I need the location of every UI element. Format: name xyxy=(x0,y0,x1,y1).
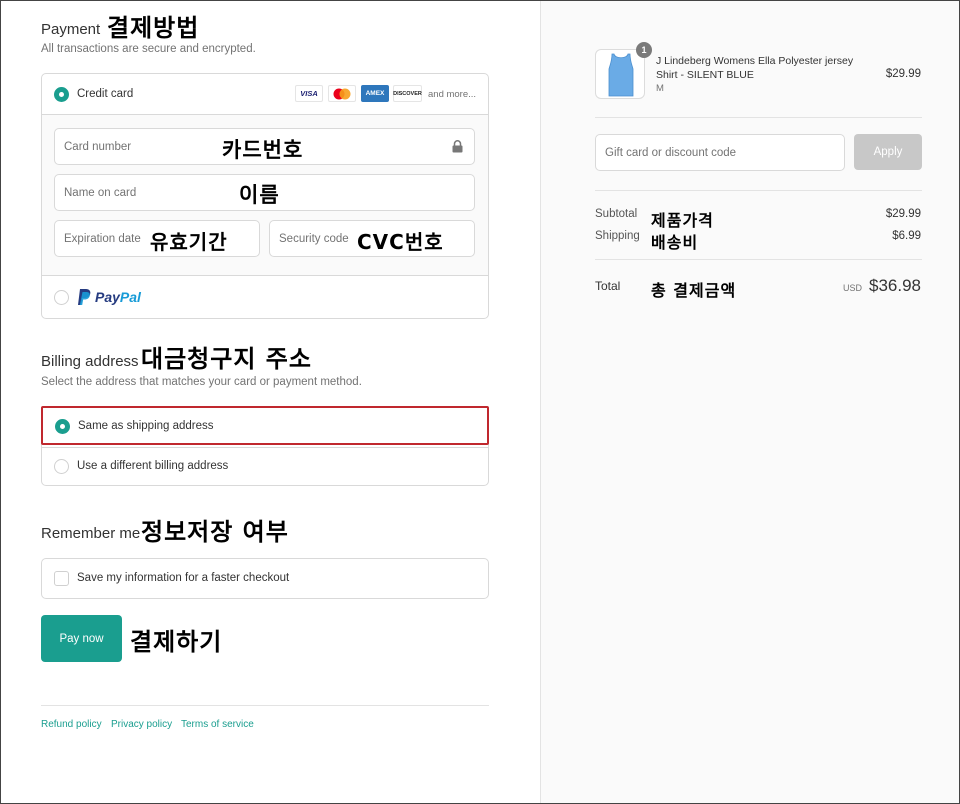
total-value: $36.98 xyxy=(869,276,921,295)
security-code-ko: CVC번호 xyxy=(357,230,444,254)
footer-divider xyxy=(41,705,489,706)
different-billing-label: Use a different billing address xyxy=(77,460,229,472)
currency-label: USD xyxy=(843,283,863,293)
remember-title: Remember me xyxy=(41,525,141,542)
shipping-value: $6.99 xyxy=(892,230,921,242)
total-ko: 총 결제금액 xyxy=(651,281,737,300)
save-info-label: Save my information for a faster checkou… xyxy=(77,572,290,584)
expiration-ko: 유효기간 xyxy=(150,230,228,254)
different-billing-option[interactable]: Use a different billing address xyxy=(42,448,488,485)
summary-divider-3 xyxy=(595,259,922,260)
terms-of-service-link[interactable]: Terms of service xyxy=(181,719,254,730)
payment-subtitle: All transactions are secure and encrypte… xyxy=(41,43,256,55)
summary-divider-1 xyxy=(595,117,922,118)
refund-policy-link[interactable]: Refund policy xyxy=(41,719,102,730)
paypal-text-pal: Pal xyxy=(119,289,141,305)
payment-title-ko: 결제방법 xyxy=(107,14,200,42)
paypal-option[interactable]: Pay Pal xyxy=(42,276,488,318)
paypal-text-pay: Pay xyxy=(95,289,120,305)
privacy-policy-link[interactable]: Privacy policy xyxy=(111,719,172,730)
product-thumbnail xyxy=(595,49,645,99)
shipping-ko: 배송비 xyxy=(651,233,699,252)
amex-icon: AMEX xyxy=(361,85,389,102)
discover-icon: DISCOVER xyxy=(393,85,422,102)
apply-button[interactable]: Apply xyxy=(854,134,922,170)
same-as-shipping-radio[interactable] xyxy=(55,419,70,434)
paypal-logo: Pay Pal xyxy=(76,288,141,306)
subtotal-value: $29.99 xyxy=(885,208,921,220)
discount-code-field[interactable] xyxy=(595,134,845,171)
visa-icon: VISA xyxy=(295,85,323,102)
same-as-shipping-option[interactable]: Same as shipping address xyxy=(41,406,489,445)
subtotal-ko: 제품가격 xyxy=(651,211,714,230)
same-as-shipping-label: Same as shipping address xyxy=(78,420,214,432)
more-cards-label: and more... xyxy=(428,89,477,100)
summary-divider-2 xyxy=(595,190,922,191)
shipping-label: Shipping xyxy=(595,230,640,242)
billing-options: Same as shipping address Use a different… xyxy=(41,406,489,486)
billing-title-ko: 대금청구지 주소 xyxy=(141,345,312,373)
quantity-badge: 1 xyxy=(636,42,652,58)
lock-icon xyxy=(452,140,463,153)
order-summary: 1 J Lindeberg Womens Ella Polyester jers… xyxy=(540,0,960,804)
name-ko: 이름 xyxy=(239,183,280,207)
remember-option[interactable]: Save my information for a faster checkou… xyxy=(41,558,489,599)
payment-title: Payment xyxy=(41,21,101,38)
save-info-checkbox[interactable] xyxy=(54,571,69,586)
remember-title-ko: 정보저장 여부 xyxy=(141,518,289,546)
different-billing-radio[interactable] xyxy=(54,459,69,474)
paypal-icon xyxy=(78,289,91,305)
mastercard-icon xyxy=(328,85,356,102)
subtotal-label: Subtotal xyxy=(595,208,638,220)
billing-title: Billing address xyxy=(41,353,139,370)
paypal-radio[interactable] xyxy=(54,290,69,305)
credit-card-radio[interactable] xyxy=(54,87,69,102)
product-variant: M xyxy=(656,83,664,94)
credit-card-label: Credit card xyxy=(77,88,134,100)
product-name: J Lindeberg Womens Ella Polyester jersey… xyxy=(656,55,854,81)
product-price: $29.99 xyxy=(885,68,921,80)
billing-subtitle: Select the address that matches your car… xyxy=(41,376,362,388)
pay-now-button[interactable]: Pay now xyxy=(41,615,122,662)
card-number-ko: 카드번호 xyxy=(222,138,304,162)
tank-top-icon xyxy=(608,53,634,97)
checkout-main: Payment 결제방법 All transactions are secure… xyxy=(0,0,540,804)
total-label: Total xyxy=(595,279,621,293)
discount-code-input[interactable] xyxy=(605,135,813,170)
pay-now-ko: 결제하기 xyxy=(130,628,223,656)
